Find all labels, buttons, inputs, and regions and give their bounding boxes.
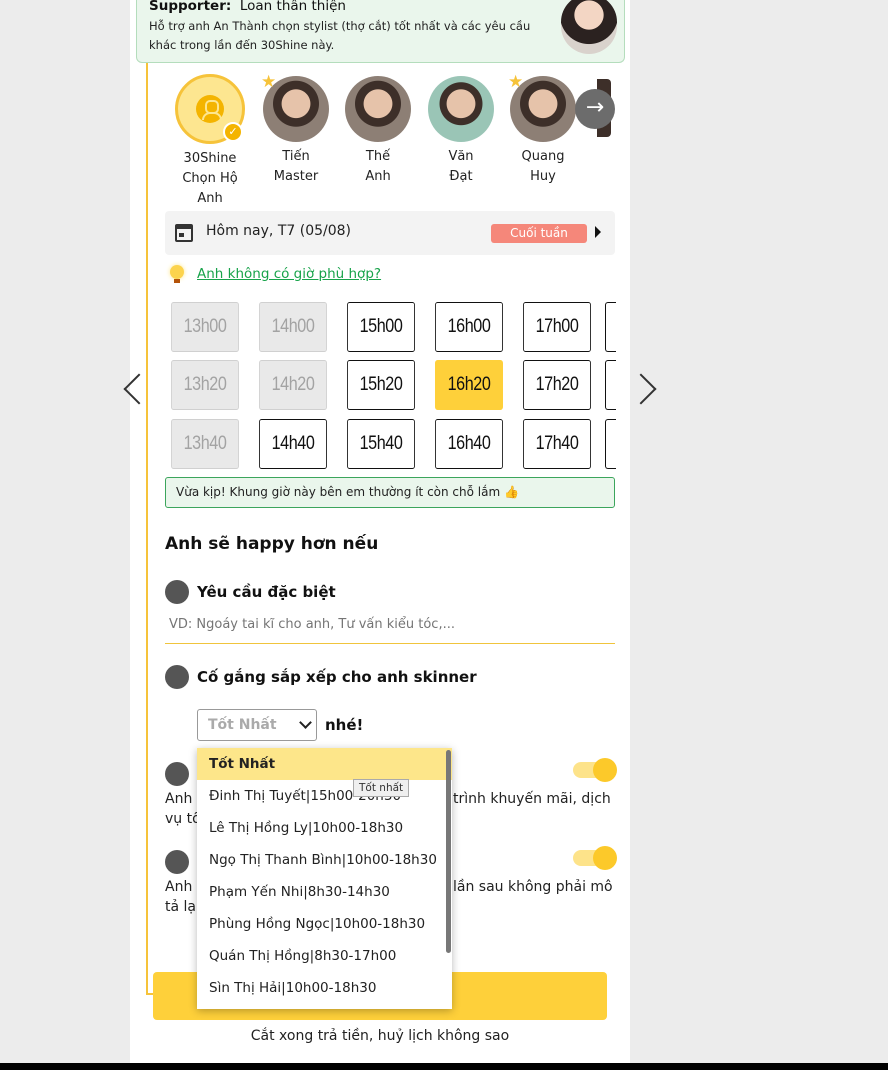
time-slot-partial[interactable] (605, 302, 616, 352)
photo-text: tả lại (165, 899, 200, 915)
stylist-photo: ★ (261, 72, 329, 142)
time-slot[interactable]: 16h40 (435, 419, 503, 469)
consult-text: vụ tố (165, 811, 201, 827)
availability-notice: Vừa kịp! Khung giờ này bên em thường ít … (165, 477, 615, 508)
dropdown-option[interactable]: Quán Thị Hồng|8h30-17h00 (197, 940, 452, 972)
dropdown-option[interactable]: Sìn Thị Hải|10h00-18h30 (197, 972, 452, 1004)
check-icon: ✓ (223, 122, 243, 142)
stylist-name: Tiến Master (273, 149, 319, 184)
headphones-icon (165, 762, 189, 786)
time-slot: 13h20 (171, 360, 239, 410)
lightbulb-icon (165, 262, 189, 286)
arrow-right-icon[interactable]: → (575, 89, 615, 129)
skinner-select[interactable]: Tốt Nhất (197, 709, 317, 741)
time-slot: 14h00 (259, 302, 327, 352)
time-slot[interactable]: 15h40 (347, 419, 415, 469)
stylist-name: Thế Anh (365, 149, 391, 184)
chevron-right-icon[interactable] (625, 373, 657, 405)
time-slot: 13h00 (171, 302, 239, 352)
dropdown-option[interactable]: Ngọ Thị Thanh Bình|10h00-18h30 (197, 844, 452, 876)
skinner-label: Cố gắng sắp xếp cho anh skinner (197, 668, 477, 686)
time-slot: 14h20 (259, 360, 327, 410)
stylist-van[interactable]: Văn Đạt (421, 76, 501, 187)
stylist-photo: ★ (508, 72, 576, 142)
chevron-down-icon (299, 716, 312, 729)
user-icon: ✓ (175, 74, 245, 144)
crown-icon (165, 580, 189, 604)
time-slot[interactable]: 15h00 (347, 302, 415, 352)
special-request-label: Yêu cầu đặc biệt (197, 583, 336, 601)
weekend-badge: Cuối tuần (491, 224, 587, 243)
stylist-30shine[interactable]: ✓ 30Shine Chọn Hộ Anh (170, 74, 250, 209)
caret-right-icon[interactable] (595, 226, 601, 238)
special-request-input[interactable] (165, 614, 615, 644)
consult-toggle[interactable] (573, 758, 617, 782)
stylist-name: Quang Huy (521, 149, 565, 184)
footnote: Cắt xong trả tiền, huỷ lịch không sao (250, 1028, 510, 1044)
stylist-the[interactable]: Thế Anh (338, 76, 418, 187)
time-slot[interactable]: 15h20 (347, 360, 415, 410)
bottom-edge (0, 1063, 888, 1070)
person-icon (165, 665, 189, 689)
stylist-name: 30Shine Chọn Hộ Anh (182, 151, 238, 206)
calendar-icon (175, 224, 193, 242)
time-slot-partial[interactable] (605, 360, 616, 410)
time-slot-selected[interactable]: 16h20 (435, 360, 503, 410)
stylist-tien[interactable]: ★ Tiến Master (256, 72, 336, 187)
date-text: Hôm nay, T7 (05/08) (206, 223, 351, 239)
section-title: Anh sẽ happy hơn nếu (165, 534, 379, 554)
skinner-dropdown[interactable]: Tốt Nhất Đinh Thị Tuyết|15h00-20h30 Lê T… (197, 748, 452, 1009)
stylist-photo (345, 76, 411, 142)
photo-text: lần sau không phải mô (453, 879, 613, 895)
stylist-name: Văn Đạt (448, 149, 474, 184)
camera-icon (165, 850, 189, 874)
time-slot[interactable]: 14h40 (259, 419, 327, 469)
star-icon: ★ (261, 72, 277, 92)
time-slot[interactable]: 17h00 (523, 302, 591, 352)
skinner-suffix: nhé! (325, 716, 364, 734)
supporter-avatar (561, 0, 617, 54)
dropdown-scrollbar[interactable] (446, 750, 451, 953)
no-suitable-time-link[interactable]: Anh không có giờ phù hợp? (197, 266, 381, 282)
time-slot[interactable]: 16h00 (435, 302, 503, 352)
dropdown-option[interactable]: Phùng Hồng Ngọc|10h00-18h30 (197, 908, 452, 940)
dropdown-option[interactable]: Phạm Yến Nhi|8h30-14h30 (197, 876, 452, 908)
supporter-card: Supporter: Loan thân thiện Hỗ trợ anh An… (136, 0, 625, 63)
time-slot[interactable]: 17h40 (523, 419, 591, 469)
dropdown-option[interactable]: Đinh Thị Tuyết|15h00-20h30 (197, 780, 452, 812)
time-slot: 13h40 (171, 419, 239, 469)
date-selector[interactable]: Hôm nay, T7 (05/08) Cuối tuần (165, 211, 615, 255)
dropdown-option[interactable]: Lê Thị Hồng Ly|10h00-18h30 (197, 812, 452, 844)
supporter-description: Hỗ trợ anh An Thành chọn stylist (thợ cắ… (149, 19, 531, 52)
stylist-photo (428, 76, 494, 142)
consult-text: trình khuyến mãi, dịch (453, 791, 611, 807)
time-slot-partial[interactable] (605, 419, 616, 469)
dropdown-option[interactable]: Tốt Nhất (197, 748, 452, 780)
star-icon: ★ (508, 72, 524, 92)
timeline-line (146, 63, 148, 995)
time-slot[interactable]: 17h20 (523, 360, 591, 410)
supporter-title: Supporter: Loan thân thiện (149, 0, 346, 14)
stylist-quang[interactable]: ★ Quang Huy (503, 72, 583, 187)
photo-toggle[interactable] (573, 846, 617, 870)
tooltip: Tốt nhất (353, 779, 410, 797)
